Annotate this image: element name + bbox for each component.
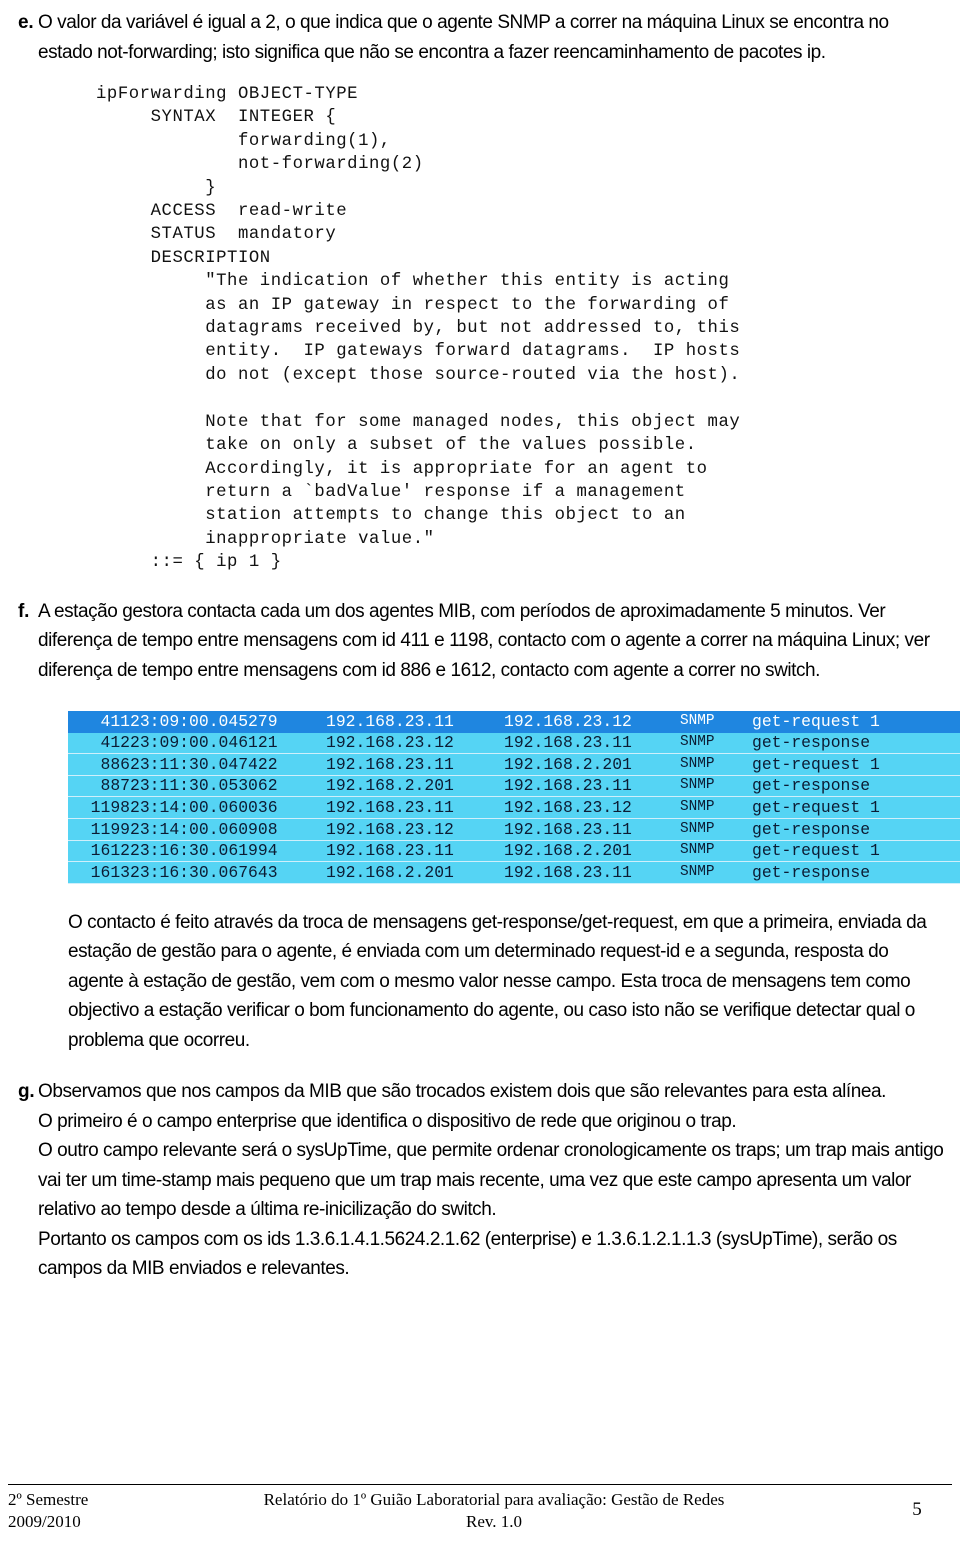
footer-row: 2º Semestre 2009/2010 Relatório do 1º Gu… xyxy=(8,1489,952,1533)
cell-proto: SNMP xyxy=(680,753,752,776)
paragraph-g-1: Observamos que nos campos da MIB que são… xyxy=(38,1081,886,1103)
table-row[interactable]: 886 23:11:30.047422 192.168.23.11 192.168.2… xyxy=(68,753,960,776)
cell-info: get-response xyxy=(752,818,960,841)
cell-info: get-response xyxy=(752,732,960,755)
table-row[interactable]: 1613 23:16:30.067643 192.168.2.201 192.168.… xyxy=(68,861,960,884)
cell-proto: SNMP xyxy=(680,796,752,819)
cell-dst: 192.168.23.12 xyxy=(504,711,680,733)
cell-src: 192.168.2.201 xyxy=(326,861,504,884)
cell-no: 887 xyxy=(68,775,130,798)
list-text-g: Observamos que nos campos da MIB que são… xyxy=(38,1077,952,1284)
cell-time: 23:11:30.047422 xyxy=(130,753,326,776)
cell-time: 23:09:00.046121 xyxy=(130,732,326,755)
cell-time: 23:09:00.045279 xyxy=(130,711,326,733)
footer-semester-block: 2º Semestre 2009/2010 xyxy=(8,1489,166,1533)
contact-explanation-paragraph: O contacto é feito através da troca de m… xyxy=(68,911,927,1051)
paragraph-f: A estação gestora contacta cada um dos a… xyxy=(38,600,930,681)
table-row[interactable]: 1198 23:14:00.060036 192.168.23.11 192.168.… xyxy=(68,796,960,819)
cell-time: 23:11:30.053062 xyxy=(130,775,326,798)
table-row[interactable]: 1612 23:16:30.061994 192.168.23.11 192.168.… xyxy=(68,840,960,863)
page-footer: 2º Semestre 2009/2010 Relatório do 1º Gu… xyxy=(0,1484,960,1533)
list-marker-e: e. xyxy=(18,12,34,33)
list-marker-g: g. xyxy=(18,1081,35,1103)
list-item-e: e. O valor da variável é igual a 2, o qu… xyxy=(0,0,960,67)
cell-no: 412 xyxy=(68,732,130,755)
cell-dst: 192.168.23.11 xyxy=(504,732,680,755)
cell-dst: 192.168.23.11 xyxy=(504,861,680,884)
cell-info: get-request 1 xyxy=(752,753,960,776)
paragraph-g-3: O outro campo relevante será o sysUpTime… xyxy=(38,1140,944,1221)
cell-no: 1612 xyxy=(68,840,130,863)
footer-divider xyxy=(8,1484,952,1485)
paragraph-e: O valor da variável é igual a 2, o que i… xyxy=(38,12,889,63)
cell-info: get-request 1 xyxy=(752,796,960,819)
cell-dst: 192.168.23.11 xyxy=(504,775,680,798)
footer-page-number: 5 xyxy=(912,1499,922,1520)
cell-info: get-request 1 xyxy=(752,840,960,863)
table-row[interactable]: 411 23:09:00.045279 192.168.23.11 192.168.2… xyxy=(68,711,960,733)
cell-src: 192.168.23.11 xyxy=(326,711,504,733)
cell-dst: 192.168.23.11 xyxy=(504,818,680,841)
cell-src: 192.168.23.11 xyxy=(326,796,504,819)
cell-time: 23:14:00.060908 xyxy=(130,818,326,841)
cell-dst: 192.168.2.201 xyxy=(504,753,680,776)
footer-title-block: Relatório do 1º Guião Laboratorial para … xyxy=(166,1489,882,1533)
cell-src: 192.168.2.201 xyxy=(326,775,504,798)
cell-proto: SNMP xyxy=(680,775,752,798)
cell-time: 23:16:30.067643 xyxy=(130,861,326,884)
cell-no: 411 xyxy=(68,711,130,733)
table-row[interactable]: 887 23:11:30.053062 192.168.2.201 192.168.2… xyxy=(68,775,960,798)
cell-proto: SNMP xyxy=(680,732,752,755)
cell-proto: SNMP xyxy=(680,818,752,841)
packet-capture-rows: 411 23:09:00.045279 192.168.23.11 192.168.2… xyxy=(68,711,960,884)
cell-time: 23:14:00.060036 xyxy=(130,796,326,819)
cell-info: get-request 1 xyxy=(752,711,960,733)
list-marker-f: f. xyxy=(18,600,30,622)
cell-proto: SNMP xyxy=(680,840,752,863)
mib-code-block: ipForwarding OBJECT-TYPE SYNTAX INTEGER … xyxy=(96,85,741,573)
cell-proto: SNMP xyxy=(680,711,752,733)
cell-no: 1198 xyxy=(68,796,130,819)
cell-src: 192.168.23.11 xyxy=(326,840,504,863)
list-item-f: f. A estação gestora contacta cada um do… xyxy=(0,575,960,686)
cell-dst: 192.168.23.12 xyxy=(504,796,680,819)
packet-capture-screenshot: 411 23:09:00.045279 192.168.23.11 192.168.2… xyxy=(68,711,960,884)
footer-title: Relatório do 1º Guião Laboratorial para … xyxy=(263,1490,725,1509)
cell-no: 1199 xyxy=(68,818,130,841)
cell-src: 192.168.23.11 xyxy=(326,753,504,776)
list-item-g: g. Observamos que nos campos da MIB que … xyxy=(0,1055,960,1284)
table-row[interactable]: 412 23:09:00.046121 192.168.23.12 192.168.2… xyxy=(68,732,960,755)
cell-no: 1613 xyxy=(68,861,130,884)
footer-revision: Rev. 1.0 xyxy=(465,1512,523,1531)
paragraph-g-2: O primeiro é o campo enterprise que iden… xyxy=(38,1110,737,1132)
cell-info: get-response xyxy=(752,861,960,884)
cell-no: 886 xyxy=(68,753,130,776)
cell-dst: 192.168.2.201 xyxy=(504,840,680,863)
list-text-f: A estação gestora contacta cada um dos a… xyxy=(38,597,938,686)
cell-src: 192.168.23.12 xyxy=(326,732,504,755)
document-page: e. O valor da variável é igual a 2, o qu… xyxy=(0,0,960,1545)
cell-info: get-response xyxy=(752,775,960,798)
packet-capture-table: 411 23:09:00.045279 192.168.23.11 192.168.2… xyxy=(68,711,960,884)
list-text-e: O valor da variável é igual a 2, o que i… xyxy=(38,8,938,67)
table-row[interactable]: 1199 23:14:00.060908 192.168.23.12 192.168.… xyxy=(68,818,960,841)
cell-src: 192.168.23.12 xyxy=(326,818,504,841)
footer-semester: 2º Semestre xyxy=(8,1490,89,1509)
cell-proto: SNMP xyxy=(680,861,752,884)
cell-time: 23:16:30.061994 xyxy=(130,840,326,863)
paragraph-g-4: Portanto os campos com os ids 1.3.6.1.4.… xyxy=(38,1228,897,1280)
footer-year: 2009/2010 xyxy=(8,1512,81,1531)
